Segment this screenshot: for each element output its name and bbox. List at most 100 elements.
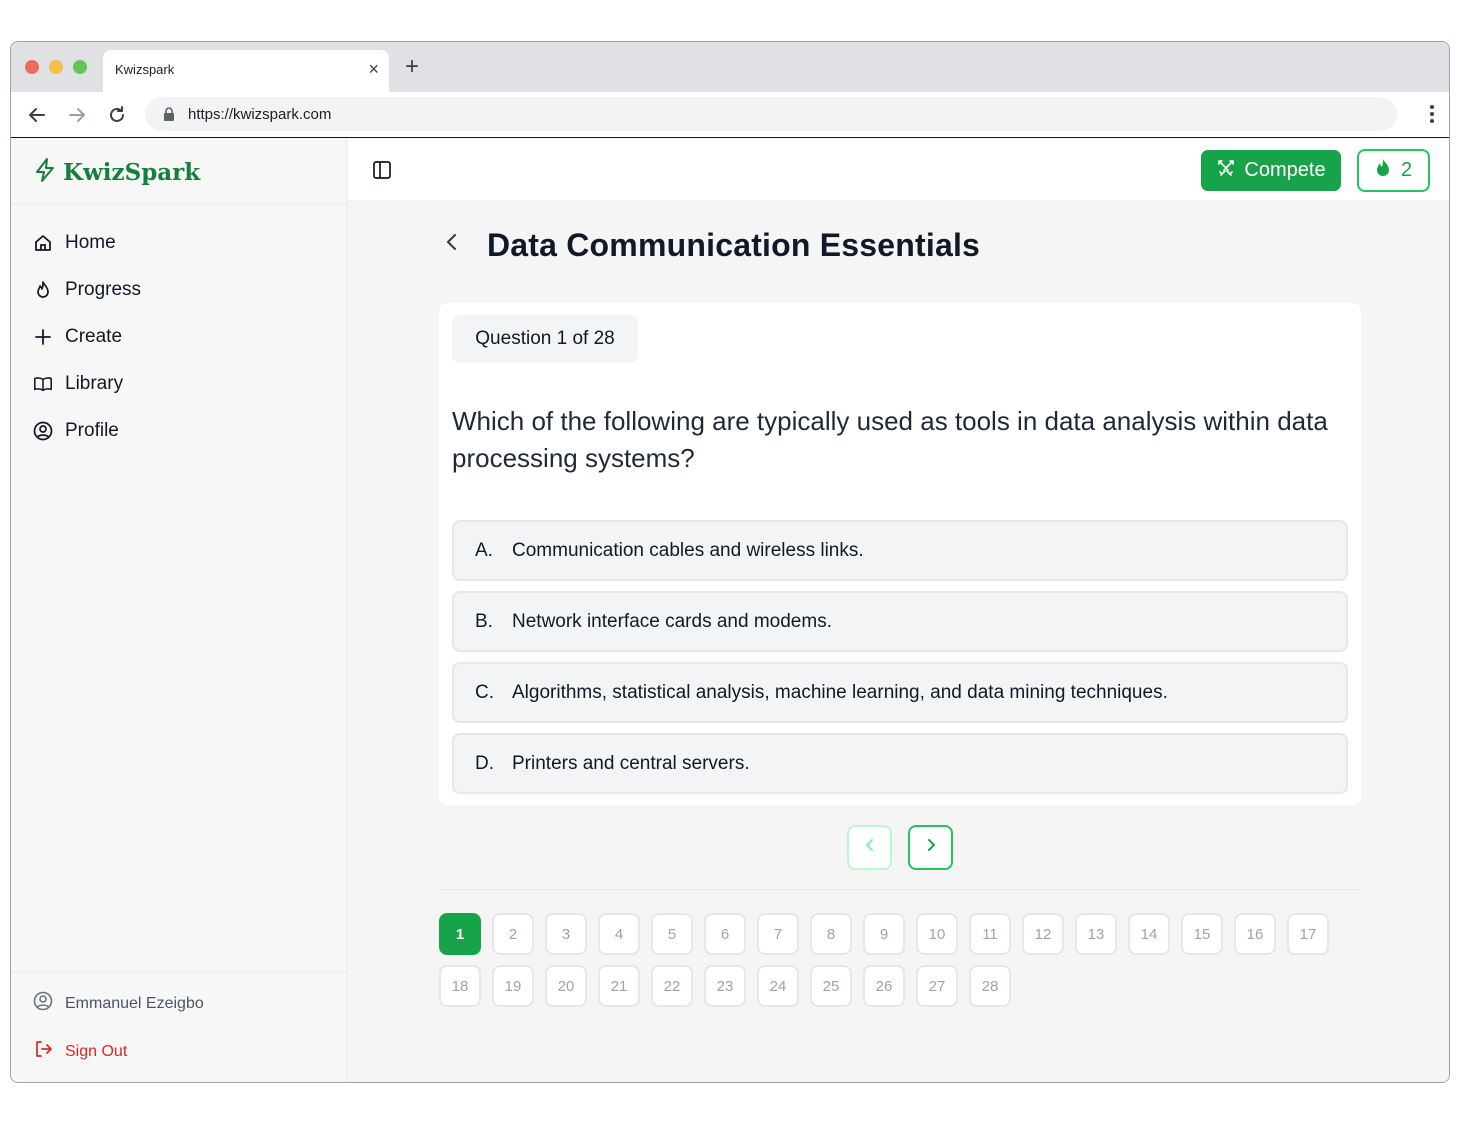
- tab-strip: Kwizspark × +: [11, 42, 1449, 92]
- option-text: Network interface cards and modems.: [512, 610, 832, 632]
- question-number-button[interactable]: 18: [439, 965, 481, 1007]
- url-text[interactable]: https://kwizspark.com: [188, 106, 331, 123]
- user-circle-icon: [33, 421, 53, 441]
- lock-icon: [163, 107, 175, 126]
- question-number-button[interactable]: 11: [969, 913, 1011, 955]
- streak-counter[interactable]: 2: [1357, 149, 1430, 192]
- tab-close-icon[interactable]: ×: [368, 58, 379, 80]
- question-number-button[interactable]: 4: [598, 913, 640, 955]
- question-number-button[interactable]: 10: [916, 913, 958, 955]
- sidebar-item-label: Library: [65, 372, 124, 394]
- question-number-button[interactable]: 19: [492, 965, 534, 1007]
- question-number-button[interactable]: 21: [598, 965, 640, 1007]
- browser-tab[interactable]: Kwizspark ×: [103, 50, 389, 92]
- quiz-title: Data Communication Essentials: [487, 227, 981, 263]
- logout-icon: [33, 1039, 53, 1064]
- question-progress-badge: Question 1 of 28: [452, 315, 638, 363]
- option-letter: C.: [475, 681, 494, 703]
- previous-question-button[interactable]: [847, 825, 892, 870]
- question-number-button[interactable]: 28: [969, 965, 1011, 1007]
- chevron-right-icon: [924, 837, 938, 858]
- question-grid-divider: [439, 889, 1361, 890]
- question-number-button[interactable]: 20: [545, 965, 587, 1007]
- answer-option-b[interactable]: B. Network interface cards and modems.: [452, 591, 1348, 652]
- sidebar-item-home[interactable]: Home: [33, 219, 141, 266]
- sign-out-button[interactable]: Sign Out: [33, 1039, 127, 1064]
- sidebar-toggle-icon[interactable]: [372, 160, 392, 185]
- sidebar-menu: Home Progress Create Library Profile: [33, 219, 141, 454]
- question-number-button[interactable]: 24: [757, 965, 799, 1007]
- next-question-button[interactable]: [908, 825, 953, 870]
- question-number-button[interactable]: 3: [545, 913, 587, 955]
- quiz-main: Data Communication Essentials Question 1…: [348, 201, 1449, 1082]
- question-number-button[interactable]: 26: [863, 965, 905, 1007]
- sidebar-item-label: Progress: [65, 278, 142, 300]
- compete-button[interactable]: Compete: [1201, 150, 1341, 191]
- brand-logo[interactable]: KwizSpark: [33, 157, 200, 188]
- question-number-button[interactable]: 15: [1181, 913, 1223, 955]
- option-letter: A.: [475, 539, 493, 561]
- plus-icon: [33, 327, 53, 347]
- option-text: Communication cables and wireless links.: [512, 539, 864, 561]
- new-tab-button[interactable]: +: [405, 54, 419, 80]
- book-icon: [33, 374, 53, 394]
- answer-option-d[interactable]: D. Printers and central servers.: [452, 733, 1348, 794]
- question-number-button[interactable]: 23: [704, 965, 746, 1007]
- sidebar-item-create[interactable]: Create: [33, 313, 141, 360]
- question-number-button[interactable]: 6: [704, 913, 746, 955]
- question-text: Which of the following are typically use…: [452, 406, 1328, 473]
- question-number-button[interactable]: 7: [757, 913, 799, 955]
- address-bar[interactable]: https://kwizspark.com: [145, 97, 1397, 131]
- reload-icon[interactable]: [103, 101, 131, 129]
- back-arrow-icon[interactable]: [23, 101, 51, 129]
- sidebar-item-progress[interactable]: Progress: [33, 266, 141, 313]
- option-text: Printers and central servers.: [512, 752, 750, 774]
- question-number-button[interactable]: 14: [1128, 913, 1170, 955]
- app: KwizSpark Home Progress Create Library P…: [11, 139, 1449, 1082]
- question-number-button[interactable]: 22: [651, 965, 693, 1007]
- maximize-window-button[interactable]: [73, 60, 87, 74]
- brand-name: KwizSpark: [63, 159, 201, 186]
- question-number-button[interactable]: 5: [651, 913, 693, 955]
- streak-count: 2: [1400, 159, 1413, 181]
- answer-option-c[interactable]: C. Algorithms, statistical analysis, mac…: [452, 662, 1348, 723]
- sidebar-item-label: Create: [65, 325, 123, 347]
- browser-menu-icon[interactable]: [1429, 104, 1435, 129]
- back-chevron-icon[interactable]: [444, 231, 460, 258]
- tab-title: Kwizspark: [115, 62, 175, 77]
- sidebar-item-profile[interactable]: Profile: [33, 407, 141, 454]
- sidebar-item-library[interactable]: Library: [33, 360, 141, 407]
- flame-icon: [33, 280, 53, 300]
- question-number-button[interactable]: 1: [439, 913, 481, 955]
- question-number-button[interactable]: 12: [1022, 913, 1064, 955]
- answer-option-a[interactable]: A. Communication cables and wireless lin…: [452, 520, 1348, 581]
- browser-window: Kwizspark × + https://kwizspark.com Kwiz…: [10, 41, 1450, 1083]
- compete-label: Compete: [1244, 159, 1326, 181]
- question-number-button[interactable]: 17: [1287, 913, 1329, 955]
- close-window-button[interactable]: [25, 60, 39, 74]
- streak-flame-icon: [1375, 158, 1391, 184]
- minimize-window-button[interactable]: [49, 60, 63, 74]
- top-bar: Compete 2: [348, 139, 1449, 201]
- forward-arrow-icon[interactable]: [63, 101, 91, 129]
- question-card: Question 1 of 28 Which of the following …: [439, 303, 1361, 805]
- current-user[interactable]: Emmanuel Ezeigbo: [33, 991, 204, 1016]
- user-avatar-icon: [33, 991, 53, 1016]
- option-letter: B.: [475, 610, 493, 632]
- question-number-button[interactable]: 13: [1075, 913, 1117, 955]
- question-number-button[interactable]: 16: [1234, 913, 1276, 955]
- chevron-left-icon: [863, 837, 877, 858]
- sign-out-label: Sign Out: [65, 1042, 128, 1060]
- sidebar-item-label: Home: [65, 231, 116, 253]
- question-number-button[interactable]: 25: [810, 965, 852, 1007]
- sidebar-footer-divider: [11, 971, 346, 972]
- question-number-button[interactable]: 2: [492, 913, 534, 955]
- browser-toolbar: https://kwizspark.com: [11, 92, 1449, 138]
- sidebar-item-label: Profile: [65, 419, 119, 441]
- question-number-button[interactable]: 8: [810, 913, 852, 955]
- swords-icon: [1216, 158, 1236, 184]
- sidebar-divider: [11, 203, 346, 204]
- question-number-button[interactable]: 9: [863, 913, 905, 955]
- lightning-icon: [33, 157, 57, 188]
- question-number-button[interactable]: 27: [916, 965, 958, 1007]
